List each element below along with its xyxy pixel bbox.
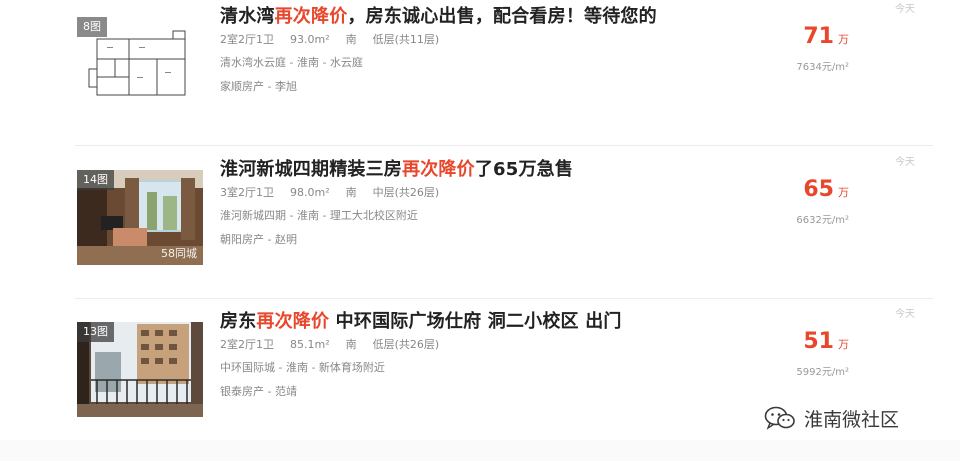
listing-list: 8图 清水湾再次降价，房东诚心出售，配合看房！等待您的 2室2厅1卫 93.0m²… [0,0,960,461]
total-price: 65 万 [803,177,849,202]
listing-title[interactable]: 清水湾再次降价，房东诚心出售，配合看房！等待您的 [220,2,657,28]
floor: 低层(共11层) [372,33,440,46]
price-drop-highlight: 再次降价 [256,311,330,332]
price-unit: 万 [838,33,849,46]
unit-price: 7634元/m² [796,62,849,73]
post-date: 今天 [895,157,915,168]
listing-title[interactable]: 房东再次降价 中环国际广场仕府 洞二小校区 出门 [220,307,622,333]
community-link[interactable]: 清水湾水云庭 - 淮南 - 水云庭 [220,54,363,70]
photo-watermark: 58同城 [161,247,197,260]
listing-thumbnail[interactable]: 8图 [77,17,203,112]
listing-thumbnail[interactable]: 13图 [77,322,203,417]
photo-count-badge: 13图 [77,322,114,342]
room-layout: 2室2厅1卫 [220,33,274,46]
floor: 低层(共26层) [372,338,440,351]
photo-count-badge: 14图 [77,170,114,190]
listing-thumbnail[interactable]: 14图 58同城 [77,170,203,265]
listing-title[interactable]: 淮河新城四期精装三房再次降价了65万急售 [220,155,573,181]
post-date: 今天 [895,309,915,320]
price-unit: 万 [838,338,849,351]
unit-price: 6632元/m² [796,215,849,226]
listing-item[interactable]: 8图 清水湾再次降价，房东诚心出售，配合看房！等待您的 2室2厅1卫 93.0m²… [75,0,933,146]
listing-item[interactable]: 14图 58同城 淮河新城四期精装三房再次降价了65万急售 3室2厅1卫 98.0… [75,153,933,299]
page-bottom-edge [0,440,960,461]
watermark-text: 淮南微社区 [804,408,900,431]
agent-info[interactable]: 家顺房产 - 李旭 [220,78,297,94]
room-layout: 2室2厅1卫 [220,338,274,351]
community-link[interactable]: 中环国际城 - 淮南 - 新体育场附近 [220,359,385,375]
price-value: 65 [803,177,834,202]
room-layout: 3室2厅1卫 [220,186,274,199]
price-value: 71 [803,24,834,49]
listing-specs: 2室2厅1卫 85.1m² 南 低层(共26层) [220,336,455,352]
total-price: 51 万 [803,329,849,354]
wechat-icon [764,406,795,430]
title-text: 中环国际广场仕府 洞二小校区 出门 [329,311,622,332]
price-value: 51 [803,329,834,354]
floor: 中层(共26层) [372,186,440,199]
title-text: 房东 [220,311,257,332]
watermark: 淮南微社区 [764,401,899,435]
photo-count-badge: 8图 [77,17,107,37]
listing-specs: 3室2厅1卫 98.0m² 南 中层(共26层) [220,184,455,200]
area: 98.0m² [290,186,330,199]
post-date: 今天 [895,4,915,15]
agent-info[interactable]: 银泰房产 - 范靖 [220,383,297,399]
orientation: 南 [345,186,357,199]
listing-specs: 2室2厅1卫 93.0m² 南 低层(共11层) [220,31,455,47]
community-link[interactable]: 淮河新城四期 - 淮南 - 理工大北校区附近 [220,207,418,223]
area: 85.1m² [290,338,330,351]
price-drop-highlight: 再次降价 [274,6,348,27]
orientation: 南 [345,33,357,46]
area: 93.0m² [290,33,330,46]
title-text: 了65万急售 [474,159,574,180]
orientation: 南 [345,338,357,351]
total-price: 71 万 [803,24,849,49]
unit-price: 5992元/m² [796,367,849,378]
title-text: 淮河新城四期精装三房 [220,159,402,180]
price-drop-highlight: 再次降价 [402,159,475,180]
title-text: ，房东诚心出售，配合看房！等待您的 [347,6,657,27]
agent-info[interactable]: 朝阳房产 - 赵明 [220,231,297,247]
price-unit: 万 [838,186,849,199]
title-text: 清水湾 [220,6,275,27]
